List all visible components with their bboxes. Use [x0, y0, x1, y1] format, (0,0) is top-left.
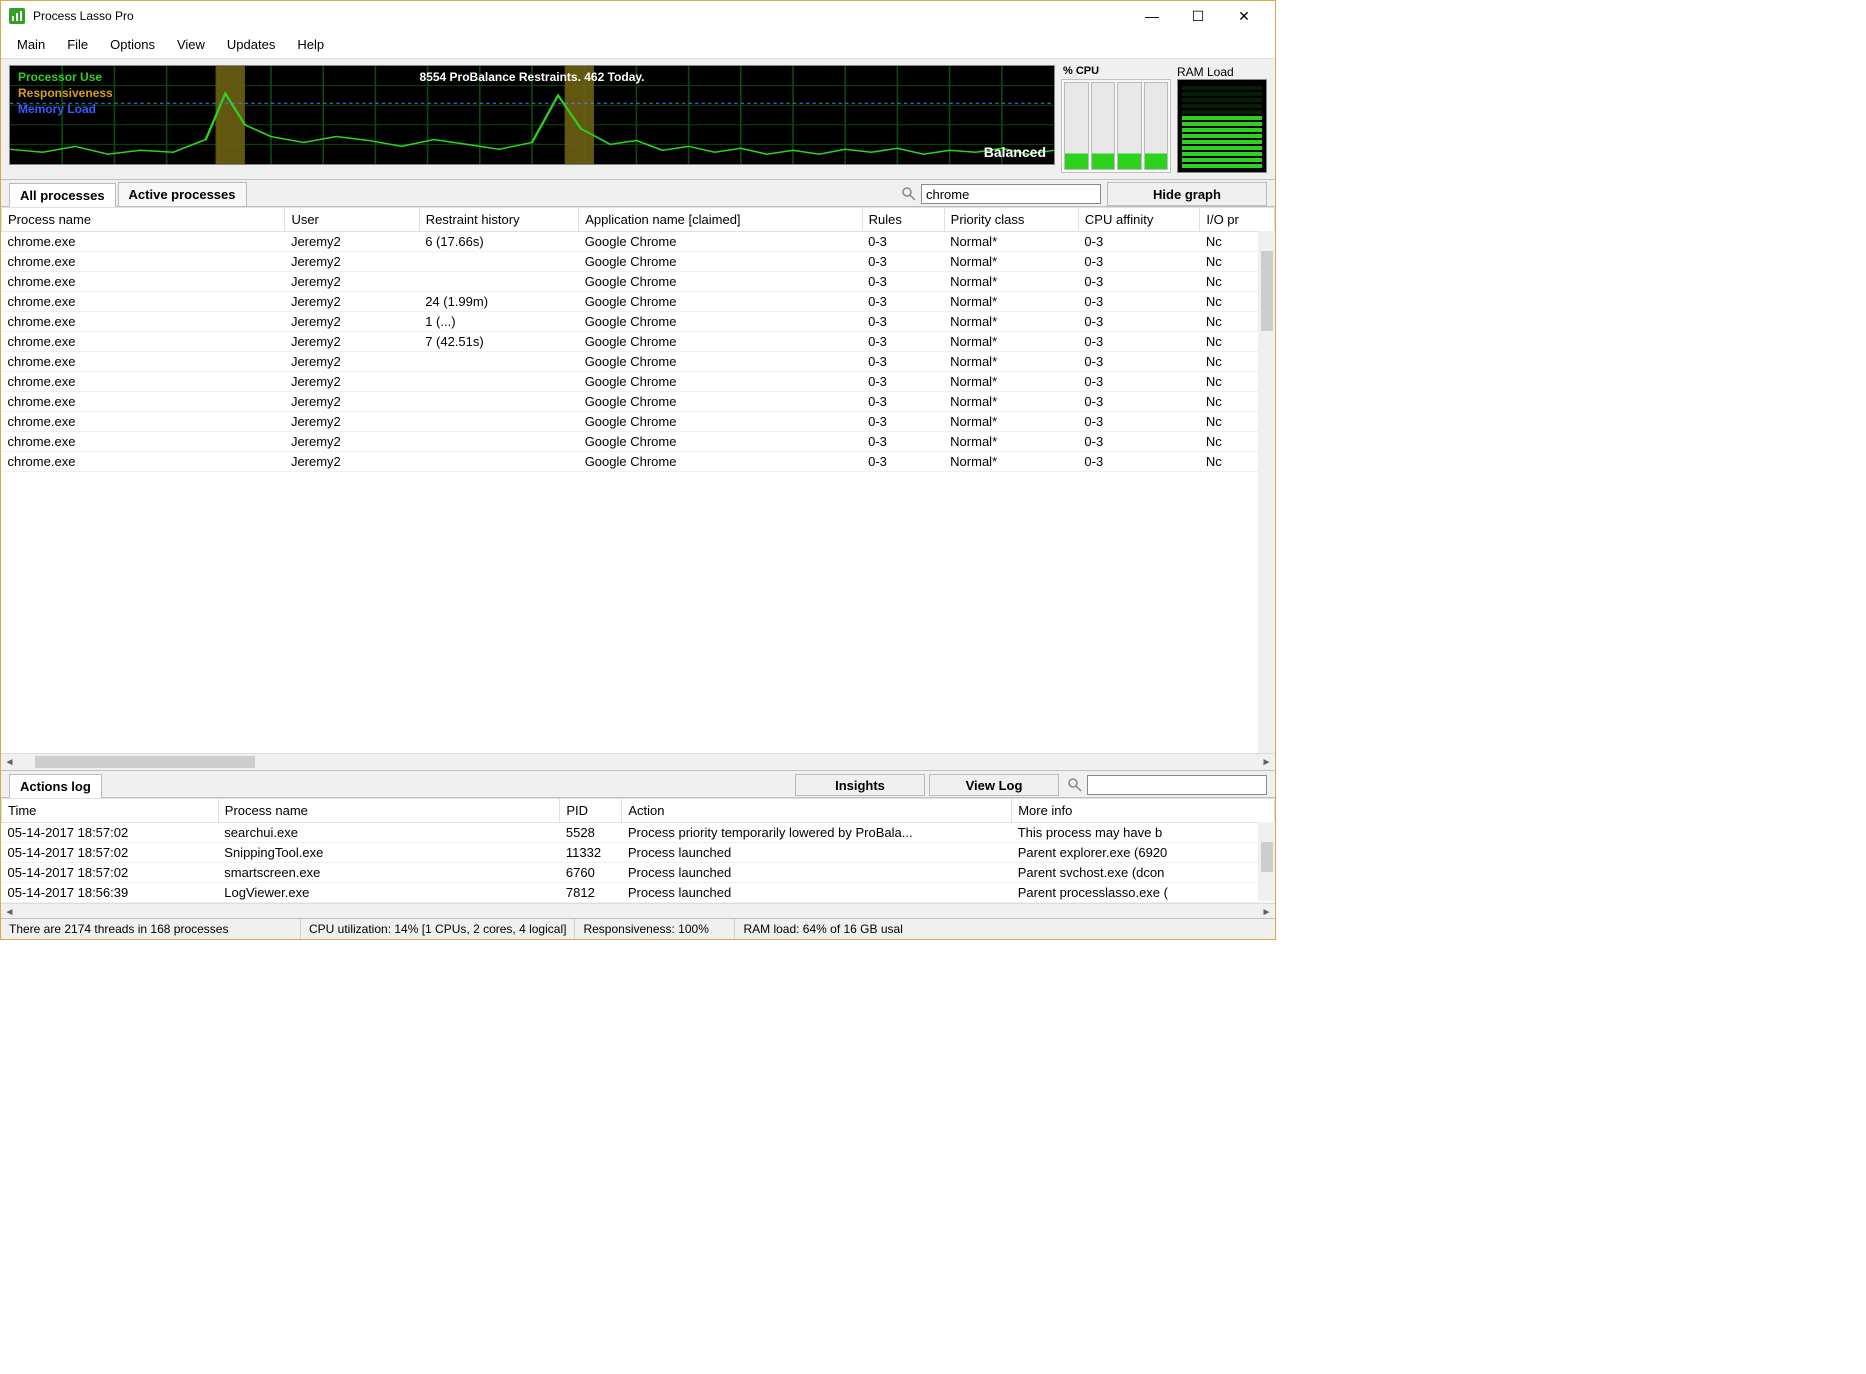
column-header[interactable]: Process name: [2, 208, 285, 232]
column-header[interactable]: Time: [2, 799, 219, 823]
column-header[interactable]: Action: [622, 799, 1012, 823]
status-cpu: CPU utilization: 14% [1 CPUs, 2 cores, 4…: [301, 919, 575, 939]
log-tabs-row: Actions log Insights View Log: [1, 771, 1275, 798]
menu-main[interactable]: Main: [9, 35, 53, 54]
maximize-button[interactable]: ☐: [1175, 1, 1221, 31]
table-row[interactable]: chrome.exeJeremy21 (...)Google Chrome0-3…: [2, 312, 1275, 332]
statusbar: There are 2174 threads in 168 processes …: [1, 918, 1275, 939]
search-icon: [1067, 777, 1083, 793]
table-row[interactable]: 05-14-2017 18:57:02smartscreen.exe6760Pr…: [2, 863, 1275, 883]
column-header[interactable]: Priority class: [944, 208, 1078, 232]
cpu-meter-label: % CPU: [1061, 65, 1171, 79]
table-row[interactable]: chrome.exeJeremy2Google Chrome0-3Normal*…: [2, 252, 1275, 272]
vertical-scrollbar[interactable]: [1258, 231, 1275, 753]
graph-strip: Processor Use Responsiveness Memory Load…: [1, 59, 1275, 180]
vertical-scrollbar[interactable]: [1258, 822, 1275, 901]
column-header[interactable]: I/O pr: [1200, 208, 1275, 232]
ram-meter-label: RAM Load: [1177, 65, 1267, 79]
table-row[interactable]: chrome.exeJeremy27 (42.51s)Google Chrome…: [2, 332, 1275, 352]
table-row[interactable]: chrome.exeJeremy26 (17.66s)Google Chrome…: [2, 232, 1275, 252]
table-row[interactable]: chrome.exeJeremy2Google Chrome0-3Normal*…: [2, 352, 1275, 372]
log-table-wrap: TimeProcess namePIDActionMore info 05-14…: [1, 798, 1275, 918]
column-header[interactable]: Rules: [862, 208, 944, 232]
graph-label-cpu: Processor Use: [18, 70, 102, 84]
search-icon: [901, 186, 917, 202]
cpu-core-bar: [1144, 82, 1169, 170]
table-row[interactable]: chrome.exeJeremy2Google Chrome0-3Normal*…: [2, 452, 1275, 472]
log-table[interactable]: TimeProcess namePIDActionMore info 05-14…: [1, 798, 1275, 903]
column-header[interactable]: PID: [560, 799, 622, 823]
column-header[interactable]: User: [285, 208, 419, 232]
menu-help[interactable]: Help: [289, 35, 332, 54]
titlebar: Process Lasso Pro — ☐ ✕: [1, 1, 1275, 31]
table-row[interactable]: chrome.exeJeremy2Google Chrome0-3Normal*…: [2, 392, 1275, 412]
insights-button[interactable]: Insights: [795, 774, 925, 796]
process-table[interactable]: Process nameUserRestraint historyApplica…: [1, 207, 1275, 472]
table-row[interactable]: chrome.exeJeremy2Google Chrome0-3Normal*…: [2, 432, 1275, 452]
process-tabs-row: All processes Active processes Hide grap…: [1, 180, 1275, 207]
graph-label-memory: Memory Load: [18, 102, 96, 116]
menubar: Main File Options View Updates Help: [1, 31, 1275, 59]
horizontal-scrollbar[interactable]: ◄►: [1, 753, 1275, 770]
graph-restraints-text: 8554 ProBalance Restraints. 462 Today.: [420, 70, 645, 84]
column-header[interactable]: More info: [1012, 799, 1275, 823]
menu-updates[interactable]: Updates: [219, 35, 283, 54]
column-header[interactable]: CPU affinity: [1078, 208, 1199, 232]
menu-view[interactable]: View: [169, 35, 213, 54]
tab-active-processes[interactable]: Active processes: [118, 182, 247, 206]
graph-power-mode: Balanced: [984, 144, 1046, 160]
close-button[interactable]: ✕: [1221, 1, 1267, 31]
hide-graph-button[interactable]: Hide graph: [1107, 182, 1267, 206]
cpu-core-bar: [1064, 82, 1089, 170]
process-search-input[interactable]: [921, 184, 1101, 204]
cpu-core-bar: [1117, 82, 1142, 170]
status-threads: There are 2174 threads in 168 processes: [1, 919, 301, 939]
view-log-button[interactable]: View Log: [929, 774, 1059, 796]
performance-graph: Processor Use Responsiveness Memory Load…: [9, 65, 1055, 165]
column-header[interactable]: Application name [claimed]: [579, 208, 862, 232]
column-header[interactable]: Restraint history: [419, 208, 579, 232]
table-row[interactable]: chrome.exeJeremy2Google Chrome0-3Normal*…: [2, 412, 1275, 432]
horizontal-scrollbar[interactable]: ◄►: [1, 903, 1275, 918]
tab-all-processes[interactable]: All processes: [9, 183, 116, 207]
graph-label-responsiveness: Responsiveness: [18, 86, 113, 100]
cpu-core-bar: [1091, 82, 1116, 170]
table-row[interactable]: 05-14-2017 18:56:39LogViewer.exe7812Proc…: [2, 883, 1275, 903]
table-row[interactable]: 05-14-2017 18:57:02searchui.exe5528Proce…: [2, 823, 1275, 843]
table-row[interactable]: chrome.exeJeremy2Google Chrome0-3Normal*…: [2, 272, 1275, 292]
table-row[interactable]: 05-14-2017 18:57:02SnippingTool.exe11332…: [2, 843, 1275, 863]
log-search-input[interactable]: [1087, 775, 1267, 795]
cpu-meter-block: % CPU: [1061, 65, 1171, 173]
window-title: Process Lasso Pro: [33, 9, 1129, 23]
app-icon: [9, 8, 25, 24]
ram-meter-block: RAM Load: [1177, 65, 1267, 173]
menu-options[interactable]: Options: [102, 35, 163, 54]
status-responsiveness: Responsiveness: 100%: [575, 919, 735, 939]
status-ram: RAM load: 64% of 16 GB usal: [735, 919, 1275, 939]
process-table-wrap: Process nameUserRestraint historyApplica…: [1, 207, 1275, 771]
minimize-button[interactable]: —: [1129, 1, 1175, 31]
table-row[interactable]: chrome.exeJeremy224 (1.99m)Google Chrome…: [2, 292, 1275, 312]
table-row[interactable]: chrome.exeJeremy2Google Chrome0-3Normal*…: [2, 372, 1275, 392]
menu-file[interactable]: File: [59, 35, 96, 54]
column-header[interactable]: Process name: [218, 799, 560, 823]
tab-actions-log[interactable]: Actions log: [9, 774, 102, 798]
